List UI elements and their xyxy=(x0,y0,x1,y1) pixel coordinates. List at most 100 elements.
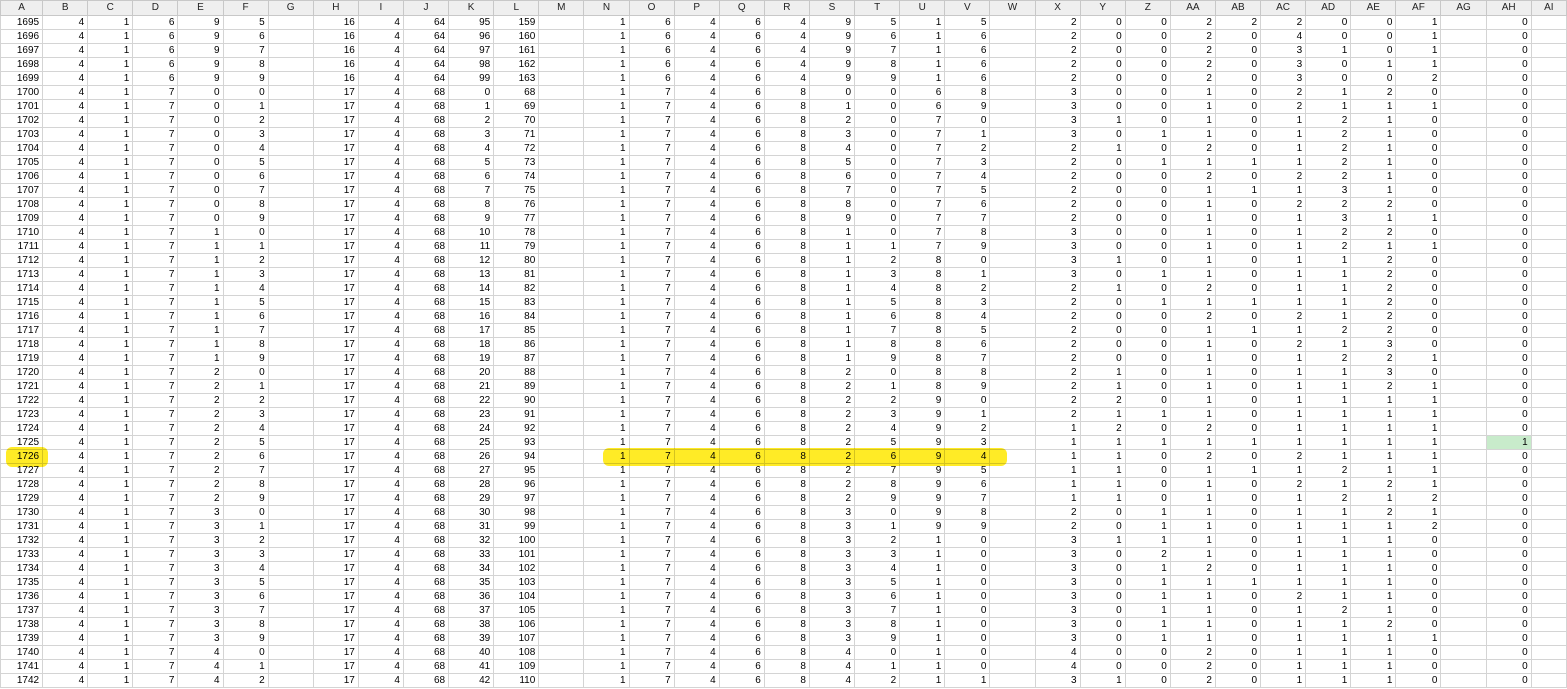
cell-i[interactable]: 4 xyxy=(357,547,404,562)
cell-r[interactable]: 8 xyxy=(763,463,810,478)
cell-c[interactable]: 1 xyxy=(87,29,134,44)
cell-l[interactable]: 84 xyxy=(493,309,540,324)
cell-p[interactable]: 4 xyxy=(673,127,720,142)
cell-s[interactable]: 1 xyxy=(808,295,856,310)
cell-ah[interactable]: 0 xyxy=(1485,407,1532,422)
cell-f[interactable]: 1 xyxy=(222,659,269,674)
cell-c[interactable]: 1 xyxy=(87,421,134,436)
cell-af[interactable]: 0 xyxy=(1395,85,1442,100)
cell-ag[interactable] xyxy=(1440,449,1487,464)
cell-a[interactable]: 1705 xyxy=(0,155,44,170)
cell-d[interactable]: 7 xyxy=(132,169,179,184)
cell-ai[interactable] xyxy=(1530,337,1567,352)
cell-z[interactable]: 1 xyxy=(1124,589,1171,604)
cell-af[interactable]: 0 xyxy=(1395,617,1442,632)
cell-ac[interactable]: 3 xyxy=(1260,71,1307,86)
cell-q[interactable]: 6 xyxy=(718,561,765,576)
cell-s[interactable]: 9 xyxy=(808,29,856,44)
cell-af[interactable]: 0 xyxy=(1395,113,1442,128)
cell-ai[interactable] xyxy=(1530,43,1567,58)
cell-f[interactable]: 5 xyxy=(222,295,269,310)
cell-p[interactable]: 4 xyxy=(673,155,720,170)
cell-aa[interactable]: 1 xyxy=(1169,365,1216,380)
cell-m[interactable] xyxy=(538,323,585,338)
cell-t[interactable]: 0 xyxy=(854,645,901,660)
cell-z[interactable]: 0 xyxy=(1124,211,1171,226)
cell-ag[interactable] xyxy=(1440,393,1487,408)
cell-h[interactable]: 17 xyxy=(312,519,359,534)
cell-f[interactable]: 8 xyxy=(222,197,269,212)
cell-v[interactable]: 9 xyxy=(944,519,991,534)
cell-af[interactable]: 1 xyxy=(1395,463,1442,478)
cell-j[interactable]: 68 xyxy=(402,183,450,198)
cell-b[interactable]: 4 xyxy=(42,281,89,296)
cell-q[interactable]: 6 xyxy=(718,183,765,198)
cell-r[interactable]: 8 xyxy=(763,533,810,548)
cell-ab[interactable]: 0 xyxy=(1214,365,1262,380)
cell-o[interactable]: 7 xyxy=(628,281,675,296)
cell-y[interactable]: 1 xyxy=(1079,253,1126,268)
cell-r[interactable]: 8 xyxy=(763,141,810,156)
cell-ad[interactable]: 0 xyxy=(1305,29,1352,44)
cell-g[interactable] xyxy=(267,225,314,240)
cell-y[interactable]: 0 xyxy=(1079,323,1126,338)
cell-l[interactable]: 87 xyxy=(493,351,540,366)
cell-k[interactable]: 39 xyxy=(448,631,495,646)
cell-ac[interactable]: 2 xyxy=(1260,337,1307,352)
cell-y[interactable]: 0 xyxy=(1079,309,1126,324)
cell-ad[interactable]: 1 xyxy=(1305,407,1352,422)
cell-n[interactable]: 1 xyxy=(583,225,630,240)
cell-w[interactable] xyxy=(989,281,1036,296)
cell-b[interactable]: 4 xyxy=(42,309,89,324)
cell-z[interactable]: 0 xyxy=(1124,71,1171,86)
cell-i[interactable]: 4 xyxy=(357,309,404,324)
cell-i[interactable]: 4 xyxy=(357,659,404,674)
cell-af[interactable]: 0 xyxy=(1395,197,1442,212)
cell-ad[interactable]: 1 xyxy=(1305,267,1352,282)
cell-c[interactable]: 1 xyxy=(87,463,134,478)
cell-i[interactable]: 4 xyxy=(357,169,404,184)
cell-ah[interactable]: 0 xyxy=(1485,281,1532,296)
cell-ai[interactable] xyxy=(1530,155,1567,170)
cell-w[interactable] xyxy=(989,365,1036,380)
cell-q[interactable]: 6 xyxy=(718,491,765,506)
cell-ab[interactable]: 0 xyxy=(1214,29,1262,44)
cell-w[interactable] xyxy=(989,309,1036,324)
cell-z[interactable]: 1 xyxy=(1124,435,1171,450)
cell-c[interactable]: 1 xyxy=(87,519,134,534)
cell-z[interactable]: 0 xyxy=(1124,15,1171,30)
cell-j[interactable]: 68 xyxy=(402,365,450,380)
cell-s[interactable]: 1 xyxy=(808,351,856,366)
cell-p[interactable]: 4 xyxy=(673,253,720,268)
cell-j[interactable]: 68 xyxy=(402,225,450,240)
cell-e[interactable]: 1 xyxy=(177,337,224,352)
cell-d[interactable]: 7 xyxy=(132,155,179,170)
cell-l[interactable]: 159 xyxy=(493,15,540,30)
cell-o[interactable]: 7 xyxy=(628,99,675,114)
column-header-y[interactable]: Y xyxy=(1079,0,1126,16)
cell-ae[interactable]: 1 xyxy=(1350,659,1397,674)
cell-s[interactable]: 2 xyxy=(808,463,856,478)
cell-ah[interactable]: 0 xyxy=(1485,239,1532,254)
cell-y[interactable]: 1 xyxy=(1079,435,1126,450)
cell-q[interactable]: 6 xyxy=(718,505,765,520)
cell-r[interactable]: 8 xyxy=(763,351,810,366)
cell-a[interactable]: 1731 xyxy=(0,519,44,534)
cell-ae[interactable]: 2 xyxy=(1350,617,1397,632)
cell-s[interactable]: 1 xyxy=(808,281,856,296)
cell-v[interactable]: 3 xyxy=(944,295,991,310)
cell-w[interactable] xyxy=(989,29,1036,44)
cell-j[interactable]: 68 xyxy=(402,673,450,688)
cell-l[interactable]: 88 xyxy=(493,365,540,380)
cell-ab[interactable]: 0 xyxy=(1214,281,1262,296)
cell-b[interactable]: 4 xyxy=(42,365,89,380)
cell-v[interactable]: 8 xyxy=(944,505,991,520)
cell-aa[interactable]: 2 xyxy=(1169,43,1216,58)
cell-a[interactable]: 1698 xyxy=(0,57,44,72)
cell-aa[interactable]: 1 xyxy=(1169,393,1216,408)
cell-ab[interactable]: 0 xyxy=(1214,309,1262,324)
cell-w[interactable] xyxy=(989,589,1036,604)
cell-j[interactable]: 68 xyxy=(402,239,450,254)
cell-h[interactable]: 17 xyxy=(312,141,359,156)
cell-ag[interactable] xyxy=(1440,155,1487,170)
